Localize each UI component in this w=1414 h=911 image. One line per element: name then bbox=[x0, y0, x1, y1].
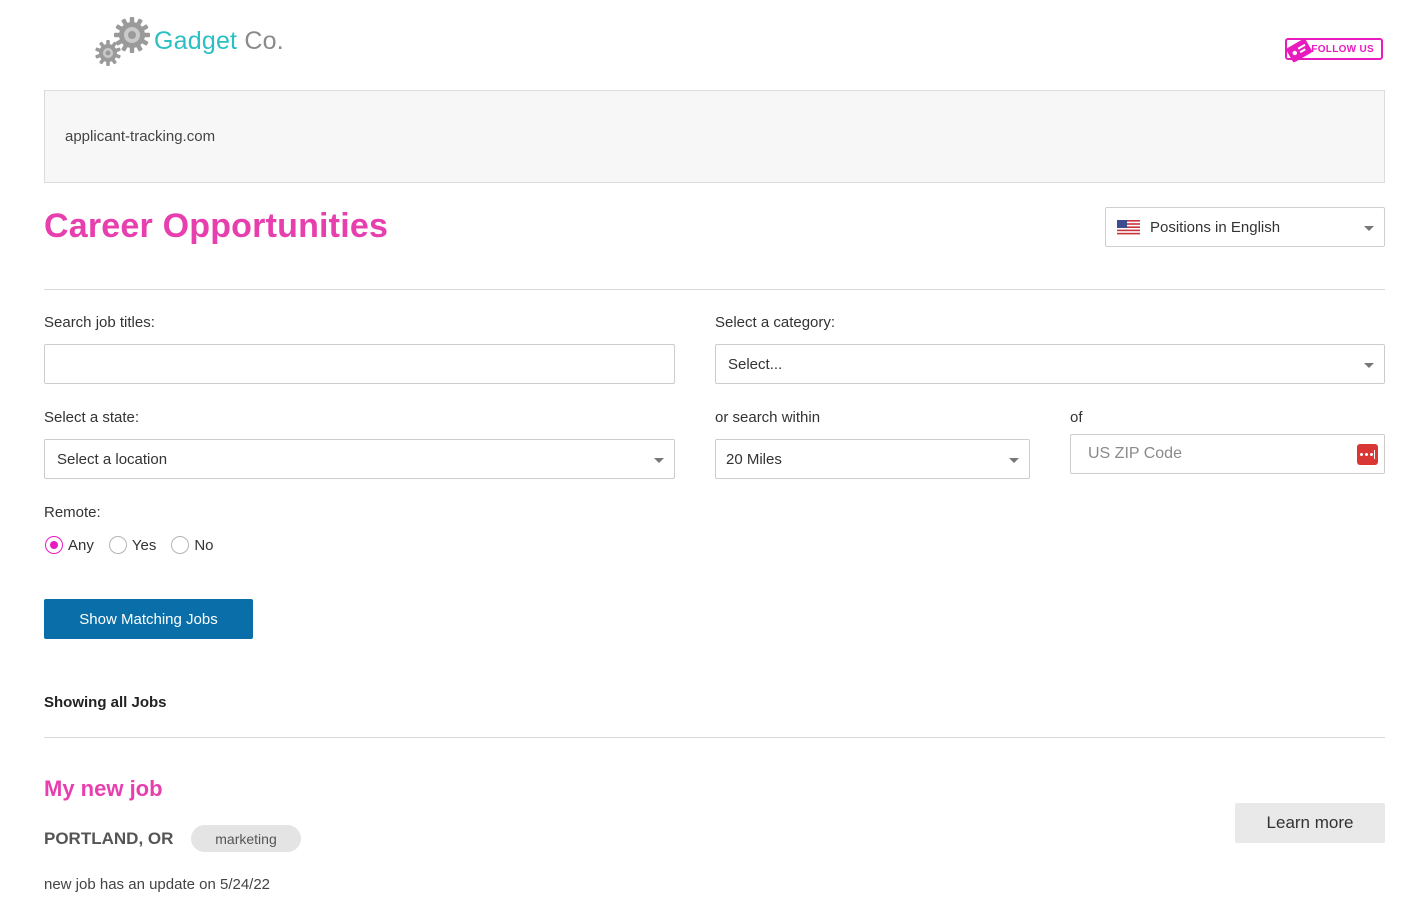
logo-text: Gadget Co. bbox=[154, 27, 284, 56]
state-select[interactable]: Select a location bbox=[44, 439, 675, 479]
job-category-badge: marketing bbox=[191, 825, 301, 852]
radius-select[interactable]: 20 Miles bbox=[715, 439, 1030, 479]
radio-any[interactable] bbox=[45, 536, 63, 554]
us-flag-icon bbox=[1117, 220, 1140, 236]
chevron-down-icon bbox=[654, 458, 664, 463]
category-label: Select a category: bbox=[715, 314, 836, 331]
chevron-down-icon bbox=[1364, 363, 1374, 368]
zip-code-placeholder: US ZIP Code bbox=[1088, 445, 1182, 462]
remote-option-no[interactable]: No bbox=[170, 536, 214, 554]
chevron-down-icon bbox=[1009, 458, 1019, 463]
logo-text-secondary: Co. bbox=[244, 26, 284, 55]
logo-text-primary: Gadget bbox=[154, 26, 238, 55]
category-select-value: Select... bbox=[728, 356, 783, 373]
remote-option-yes[interactable]: Yes bbox=[108, 536, 156, 554]
language-select[interactable]: Positions in English bbox=[1105, 207, 1385, 247]
radius-label: or search within bbox=[715, 409, 821, 426]
tag-icon bbox=[1286, 38, 1312, 63]
radio-yes-label: Yes bbox=[131, 536, 157, 554]
radio-any-label: Any bbox=[68, 536, 94, 554]
job-title-link[interactable]: My new job bbox=[44, 776, 163, 802]
job-title-search-input[interactable] bbox=[44, 344, 675, 384]
show-matching-jobs-button[interactable]: Show Matching Jobs bbox=[44, 599, 253, 639]
job-location: PORTLAND, OR bbox=[44, 829, 174, 848]
state-select-value: Select a location bbox=[57, 451, 168, 468]
job-title-label: Search job titles: bbox=[44, 314, 155, 331]
zip-label: of bbox=[1070, 409, 1083, 426]
results-summary: Showing all Jobs bbox=[44, 694, 167, 711]
radio-no[interactable] bbox=[171, 536, 190, 554]
company-banner: applicant-tracking.com bbox=[44, 90, 1385, 183]
category-select[interactable]: Select... bbox=[715, 344, 1385, 384]
radius-select-value: 20 Miles bbox=[726, 451, 782, 468]
zip-code-input[interactable]: US ZIP Code bbox=[1070, 434, 1385, 474]
password-manager-icon[interactable] bbox=[1357, 444, 1378, 465]
remote-label: Remote: bbox=[44, 504, 101, 521]
radio-yes[interactable] bbox=[108, 536, 127, 554]
language-select-value: Positions in English bbox=[1150, 219, 1281, 236]
gears-icon bbox=[95, 17, 150, 66]
page-title: Career Opportunities bbox=[44, 207, 389, 245]
divider bbox=[44, 737, 1385, 738]
chevron-down-icon bbox=[1364, 226, 1374, 231]
company-logo[interactable]: Gadget Co. bbox=[94, 14, 284, 68]
remote-radio-group: Any Yes No bbox=[44, 536, 228, 554]
state-label: Select a state: bbox=[44, 409, 140, 426]
banner-text: applicant-tracking.com bbox=[65, 128, 216, 145]
learn-more-button[interactable]: Learn more bbox=[1235, 803, 1385, 843]
remote-option-any[interactable]: Any bbox=[44, 536, 94, 554]
follow-us-button[interactable]: FOLLOW US bbox=[1285, 38, 1383, 63]
radio-no-label: No bbox=[194, 536, 214, 554]
divider bbox=[44, 289, 1385, 290]
job-update-text: new job has an update on 5/24/22 bbox=[44, 876, 271, 893]
